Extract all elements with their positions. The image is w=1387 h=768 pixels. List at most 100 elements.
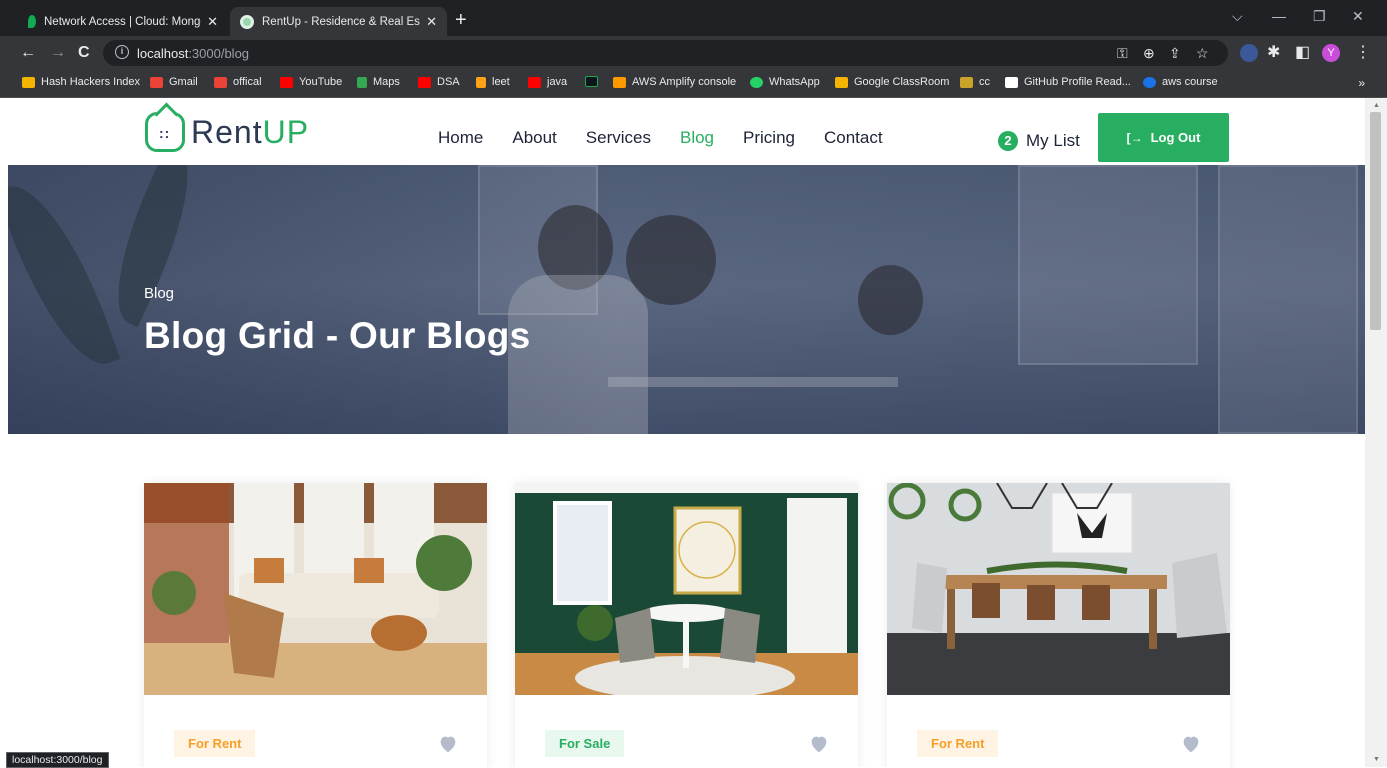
nav-pricing[interactable]: Pricing <box>743 128 795 148</box>
page-scrollbar[interactable]: ▲ ▼ <box>1365 98 1387 767</box>
maps-pin-icon <box>357 76 367 88</box>
close-tab-icon[interactable]: ✕ <box>207 14 218 30</box>
share-icon[interactable]: ⇪ <box>1169 45 1181 62</box>
leetcode-icon <box>476 76 486 88</box>
main-nav: Home About Services Blog Pricing Contact <box>438 128 912 148</box>
my-list-link[interactable]: 2 My List <box>998 131 1080 151</box>
bookmark-whatsapp[interactable]: WhatsApp <box>750 76 820 88</box>
minimize-icon[interactable]: — <box>1272 8 1286 24</box>
bookmark-cc[interactable]: cc <box>960 76 990 88</box>
restore-icon[interactable]: ❐ <box>1313 8 1326 25</box>
bookmark-google-classroom[interactable]: Google ClassRoom <box>835 76 949 88</box>
heart-icon[interactable] <box>1180 733 1202 755</box>
browser-toolbar: ← → C i localhost:3000/blog ⚿ ⊕ ⇪ ☆ ✱ ◧ … <box>0 36 1387 70</box>
logout-label: Log Out <box>1150 130 1201 145</box>
profile-avatar[interactable]: Y <box>1322 44 1340 62</box>
bookmark-maps[interactable]: Maps <box>357 76 400 88</box>
blog-card-image[interactable] <box>515 483 858 695</box>
link-status-tooltip: localhost:3000/blog <box>6 752 109 768</box>
github-readme-icon <box>1005 76 1018 88</box>
nav-home[interactable]: Home <box>438 128 483 148</box>
forward-icon[interactable]: → <box>50 44 66 62</box>
scroll-down-icon[interactable]: ▼ <box>1373 756 1380 763</box>
bookmark-offical[interactable]: offical <box>214 76 262 88</box>
blog-card[interactable]: For Rent <box>144 483 487 767</box>
nav-services[interactable]: Services <box>586 128 651 148</box>
whatsapp-icon <box>750 76 763 88</box>
status-badge: For Rent <box>174 730 256 757</box>
browser-tab-rentup[interactable]: RentUp - Residence & Real Estate ✕ <box>230 7 447 36</box>
aws-amplify-icon <box>613 76 626 88</box>
bookmarks-bar: Hash Hackers Index Gmail offical YouTube… <box>0 70 1387 98</box>
new-tab-icon[interactable]: + <box>455 9 467 31</box>
side-panel-icon[interactable]: ◧ <box>1295 44 1310 62</box>
url-text[interactable]: localhost:3000/blog <box>137 46 249 61</box>
gmail-icon <box>150 76 163 88</box>
edge-icon <box>1143 76 1156 88</box>
site-header: :: RentUP Home About Services Blog Prici… <box>0 98 1365 165</box>
bookmark-gmail[interactable]: Gmail <box>150 76 198 88</box>
bookmark-youtube[interactable]: YouTube <box>280 76 342 88</box>
close-window-icon[interactable]: ✕ <box>1352 8 1364 25</box>
bookmark-java[interactable]: java <box>528 76 567 88</box>
sign-out-icon: [→ <box>1126 130 1143 145</box>
browser-menu-icon[interactable]: ⋮ <box>1355 44 1371 62</box>
my-list-label: My List <box>1026 131 1080 150</box>
heart-icon[interactable] <box>437 733 459 755</box>
back-icon[interactable]: ← <box>20 44 36 62</box>
more-bookmarks-icon[interactable]: » <box>1358 76 1365 90</box>
youtube-icon <box>528 76 541 88</box>
rentup-logo[interactable]: :: RentUP <box>145 112 309 152</box>
reload-icon[interactable]: C <box>78 44 90 62</box>
bookmark-hash-hackers[interactable]: Hash Hackers Index <box>22 76 140 88</box>
browser-tab-mongodb[interactable]: Network Access | Cloud: MongoD ✕ <box>18 7 228 36</box>
bookmark-github-profile[interactable]: GitHub Profile Read... <box>1005 76 1131 88</box>
key-icon[interactable]: ⚿ <box>1117 45 1128 62</box>
blog-card-image[interactable] <box>144 483 487 695</box>
youtube-icon <box>280 76 293 88</box>
tab-search-icon[interactable]: ⌵ <box>1232 8 1243 25</box>
close-tab-icon[interactable]: ✕ <box>426 14 437 30</box>
scroll-up-icon[interactable]: ▲ <box>1373 102 1380 109</box>
nav-about[interactable]: About <box>512 128 556 148</box>
blog-card-image[interactable] <box>887 483 1230 695</box>
tab-title: RentUp - Residence & Real Estate <box>262 15 420 28</box>
cc-icon <box>960 76 973 88</box>
bookmark-star-icon[interactable]: ☆ <box>1196 45 1209 62</box>
breadcrumb: Blog <box>144 285 175 302</box>
status-badge: For Rent <box>917 730 999 757</box>
page-title: Blog Grid - Our Blogs <box>144 315 531 356</box>
drive-icon <box>22 76 35 88</box>
hackerrank-icon <box>585 76 598 87</box>
page-viewport: :: RentUP Home About Services Blog Prici… <box>0 98 1387 767</box>
rentup-favicon-icon <box>240 14 254 29</box>
mongodb-leaf-icon <box>28 15 36 28</box>
site-info-icon[interactable]: i <box>115 45 129 59</box>
extensions-puzzle-icon[interactable]: ✱ <box>1267 44 1280 62</box>
bookmark-leet[interactable]: leet <box>476 76 510 88</box>
gmail-icon <box>214 76 227 88</box>
status-badge: For Sale <box>545 730 625 757</box>
nav-contact[interactable]: Contact <box>824 128 883 148</box>
address-bar[interactable]: i localhost:3000/blog ⚿ ⊕ ⇪ ☆ <box>103 40 1228 66</box>
scrollbar-thumb[interactable] <box>1370 112 1381 330</box>
my-list-count-badge: 2 <box>998 131 1018 151</box>
bookmark-aws-course[interactable]: aws course <box>1143 76 1218 88</box>
youtube-icon <box>418 76 431 88</box>
bookmark-aws-amplify[interactable]: AWS Amplify console <box>613 76 736 88</box>
hero-overlay <box>8 165 1365 434</box>
extension-icon[interactable] <box>1240 44 1258 62</box>
tab-title: Network Access | Cloud: MongoD <box>44 15 202 28</box>
bookmark-dsa[interactable]: DSA <box>418 76 460 88</box>
bookmark-hackerrank[interactable] <box>585 76 604 87</box>
classroom-icon <box>835 76 848 88</box>
blog-card[interactable]: For Sale <box>515 483 858 767</box>
logo-text: RentUP <box>191 114 310 150</box>
logout-button[interactable]: [→ Log Out <box>1098 113 1229 162</box>
house-logo-icon: :: <box>145 112 185 152</box>
heart-icon[interactable] <box>808 733 830 755</box>
nav-blog[interactable]: Blog <box>680 128 714 148</box>
page-hero-banner <box>8 165 1365 434</box>
zoom-icon[interactable]: ⊕ <box>1143 45 1155 62</box>
blog-card[interactable]: For Rent <box>887 483 1230 767</box>
